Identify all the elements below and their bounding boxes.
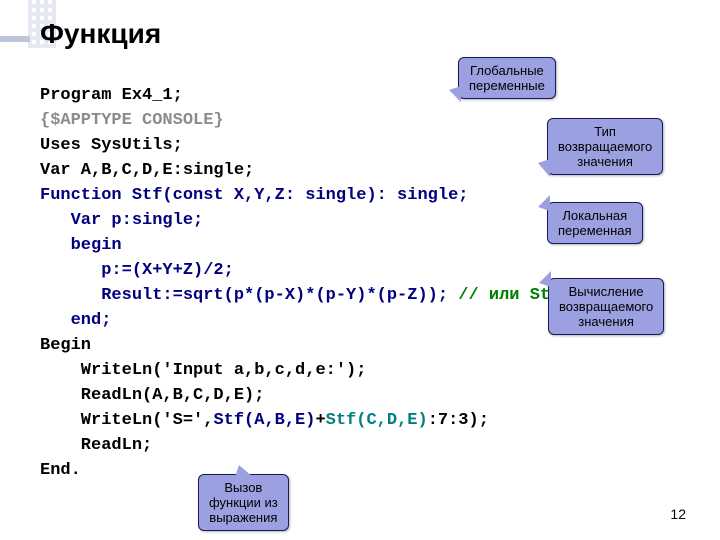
code-line: p:=(X+Y+Z)/2; (40, 261, 234, 280)
callout-text: Глобальные (469, 63, 545, 78)
callout-tail (538, 195, 550, 211)
callout-text: Вычисление (559, 284, 653, 299)
callout-text: переменные (469, 78, 545, 93)
callout-local-var: Локальная переменная (547, 202, 643, 244)
callout-text: Тип (558, 124, 652, 139)
code-line: Var p:single; (40, 211, 203, 230)
code-line: WriteLn('S=', (40, 411, 213, 430)
code-line: Begin (40, 336, 91, 355)
code-line: Function Stf(const X,Y,Z: single): singl… (40, 186, 468, 205)
callout-global-vars: Глобальные переменные (458, 57, 556, 99)
code-line: {$APPTYPE CONSOLE} (40, 111, 224, 130)
callout-text: Вызов (209, 480, 278, 495)
code-call: Stf(A,B,E) (213, 411, 315, 430)
code-line: End. (40, 461, 81, 480)
callout-tail (235, 465, 253, 477)
callout-tail (539, 271, 551, 287)
callout-tail (449, 86, 461, 102)
page-number: 12 (670, 506, 686, 522)
slide-title: Функция (40, 18, 161, 50)
callout-call-from-expr: Вызов функции из выражения (198, 474, 289, 531)
code-call: Stf(C,D,E) (326, 411, 428, 430)
callout-return-type: Тип возвращаемого значения (547, 118, 663, 175)
callout-text: выражения (209, 510, 278, 525)
callout-text: значения (558, 154, 652, 169)
callout-text: переменная (558, 223, 632, 238)
callout-return-calc: Вычисление возвращаемого значения (548, 278, 664, 335)
callout-text: возвращаемого (558, 139, 652, 154)
code-line: end; (40, 311, 111, 330)
code-line: Result:=sqrt(p*(p-X)*(p-Y)*(p-Z)); (40, 286, 448, 305)
callout-tail (538, 159, 550, 177)
code-line: Uses SysUtils; (40, 136, 183, 155)
code-line: Program Ex4_1; (40, 86, 183, 105)
code-block: Program Ex4_1; {$APPTYPE CONSOLE} Uses S… (40, 58, 601, 483)
callout-text: функции из (209, 495, 278, 510)
code-line: Var A,B,C,D,E:single; (40, 161, 254, 180)
code-line: ReadLn(A,B,C,D,E); (40, 386, 264, 405)
code-line: begin (40, 236, 122, 255)
callout-text: значения (559, 314, 653, 329)
callout-text: Локальная (558, 208, 632, 223)
code-line: WriteLn('Input a,b,c,d,e:'); (40, 361, 366, 380)
code-line: ReadLn; (40, 436, 152, 455)
code-tail: :7:3); (428, 411, 489, 430)
decoration-bar (0, 36, 30, 42)
code-op: + (315, 411, 325, 430)
callout-text: возвращаемого (559, 299, 653, 314)
